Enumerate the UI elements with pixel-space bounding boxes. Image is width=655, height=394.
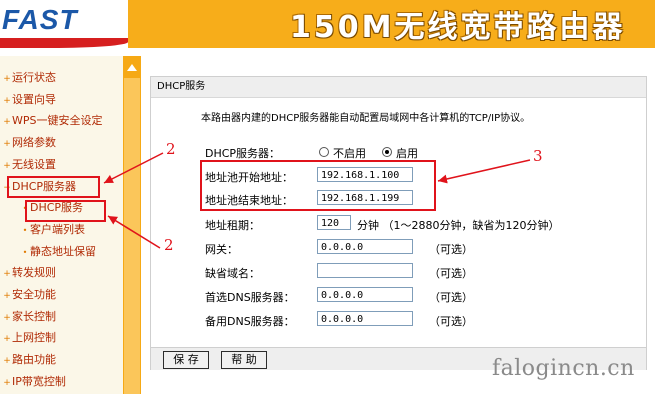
expand-plus-icon: + xyxy=(3,356,11,367)
annotation-marker-2-bottom: 2 xyxy=(164,236,174,254)
panel-title-text: DHCP服务 xyxy=(157,81,206,92)
expand-plus-icon: + xyxy=(3,334,11,345)
sidebar-item-13[interactable]: +路由功能 xyxy=(0,350,56,370)
domain-input[interactable] xyxy=(317,263,413,278)
primary-dns-label: 首选DNS服务器： xyxy=(205,291,295,304)
sidebar-menu: +运行状态 +设置向导 +WPS一键安全设定 +网络参数 +无线设置 −DHCP服务器 • D… xyxy=(0,56,123,394)
scroll-up-arrow-icon[interactable] xyxy=(127,64,137,71)
radio-enable-label: 启用 xyxy=(396,147,418,160)
domain-optional: （可选） xyxy=(429,267,473,280)
bullet-dot-icon: • xyxy=(22,247,28,257)
help-button[interactable]: 帮 助 xyxy=(221,351,267,369)
sidebar-item-label: 设置向导 xyxy=(12,92,56,106)
sidebar-item-label: 静态地址保留 xyxy=(30,244,96,258)
expand-plus-icon: + xyxy=(3,312,11,323)
domain-label: 缺省域名： xyxy=(205,267,260,280)
sidebar-item-label: 路由功能 xyxy=(12,353,56,367)
highlight-box-address-pool xyxy=(200,160,436,211)
sidebar-item-7[interactable]: • 客户端列表 xyxy=(18,220,85,240)
radio-disable-label: 不启用 xyxy=(333,147,366,160)
sidebar-item-14[interactable]: +IP带宽控制 xyxy=(0,372,66,392)
secondary-dns-input[interactable]: 0.0.0.0 xyxy=(317,311,413,326)
expand-plus-icon: + xyxy=(3,160,11,171)
sidebar-item-label: 网络参数 xyxy=(12,136,56,150)
sidebar-item-label: 运行状态 xyxy=(12,71,56,84)
expand-plus-icon: + xyxy=(3,117,11,128)
expand-plus-icon: + xyxy=(3,95,11,106)
sidebar-item-label: 上网控制 xyxy=(12,331,56,345)
radio-enable[interactable] xyxy=(382,147,392,157)
annotation-marker-3: 3 xyxy=(533,147,543,165)
sidebar-item-label: 客户端列表 xyxy=(30,222,85,236)
highlight-box-dhcp-server xyxy=(7,176,100,198)
secondary-dns-label: 备用DNS服务器： xyxy=(205,315,295,328)
sidebar-item-8[interactable]: • 静态地址保留 xyxy=(18,242,96,262)
annotation-marker-2-top: 2 xyxy=(166,140,176,158)
radio-disable[interactable] xyxy=(319,147,329,157)
primary-dns-input[interactable]: 0.0.0.0 xyxy=(317,287,413,302)
secondary-dns-optional: （可选） xyxy=(429,315,473,328)
sidebar-item-1[interactable]: +设置向导 xyxy=(0,90,56,110)
sidebar-item-3[interactable]: +网络参数 xyxy=(0,133,56,153)
highlight-box-dhcp-service xyxy=(25,200,106,222)
lease-hint: 分钟 （1～2880分钟，缺省为120分钟） xyxy=(357,219,560,232)
sidebar-item-label: 无线设置 xyxy=(12,157,56,171)
lease-label: 地址租期： xyxy=(205,219,260,232)
product-title: 150M无线宽带路由器 xyxy=(290,10,626,45)
panel-title: DHCP服务 xyxy=(151,77,646,98)
primary-dns-optional: （可选） xyxy=(429,291,473,304)
gateway-optional: （可选） xyxy=(429,243,473,256)
logo-area: FAST xyxy=(0,0,128,48)
gateway-input[interactable]: 0.0.0.0 xyxy=(317,239,413,254)
logo-wave-decoration xyxy=(0,38,128,48)
expand-plus-icon: + xyxy=(3,291,11,301)
sidebar-item-0[interactable]: +运行状态 xyxy=(0,68,56,88)
sidebar-scrollbar[interactable] xyxy=(123,56,141,394)
sidebar-item-label: WPS一键安全设定 xyxy=(12,114,103,128)
sidebar-item-label: 家长控制 xyxy=(12,309,56,323)
brand-logo: FAST xyxy=(2,4,78,35)
sidebar-item-9[interactable]: +转发规则 xyxy=(0,263,56,283)
sidebar-item-10[interactable]: +安全功能 xyxy=(0,285,56,305)
expand-plus-icon: + xyxy=(3,269,11,280)
expand-plus-icon: + xyxy=(3,139,11,150)
expand-plus-icon: + xyxy=(3,74,11,84)
sidebar-item-label: 安全功能 xyxy=(12,288,56,301)
save-button[interactable]: 保 存 xyxy=(163,351,209,369)
sidebar-item-label: 转发规则 xyxy=(12,266,56,280)
expand-plus-icon: + xyxy=(3,377,11,388)
panel-description: 本路由器内建的DHCP服务器能自动配置局域网中各计算机的TCP/IP协议。 xyxy=(201,113,531,124)
bullet-dot-icon: • xyxy=(22,225,28,235)
sidebar-item-2[interactable]: +WPS一键安全设定 xyxy=(0,111,103,131)
gateway-label: 网关： xyxy=(205,243,238,256)
sidebar-item-label: IP带宽控制 xyxy=(12,374,66,388)
watermark: falogincn.cn xyxy=(492,356,635,381)
dhcp-settings-panel: DHCP服务 本路由器内建的DHCP服务器能自动配置局域网中各计算机的TCP/I… xyxy=(150,76,647,370)
sidebar-item-4[interactable]: +无线设置 xyxy=(0,155,56,175)
sidebar-item-12[interactable]: +上网控制 xyxy=(0,328,56,348)
header-banner: FAST 150M无线宽带路由器 xyxy=(0,0,655,48)
scrollbar-thumb[interactable] xyxy=(124,78,140,394)
dhcp-server-label: DHCP服务器： xyxy=(205,147,281,160)
lease-input[interactable]: 120 xyxy=(317,215,351,230)
sidebar-item-11[interactable]: +家长控制 xyxy=(0,307,56,327)
